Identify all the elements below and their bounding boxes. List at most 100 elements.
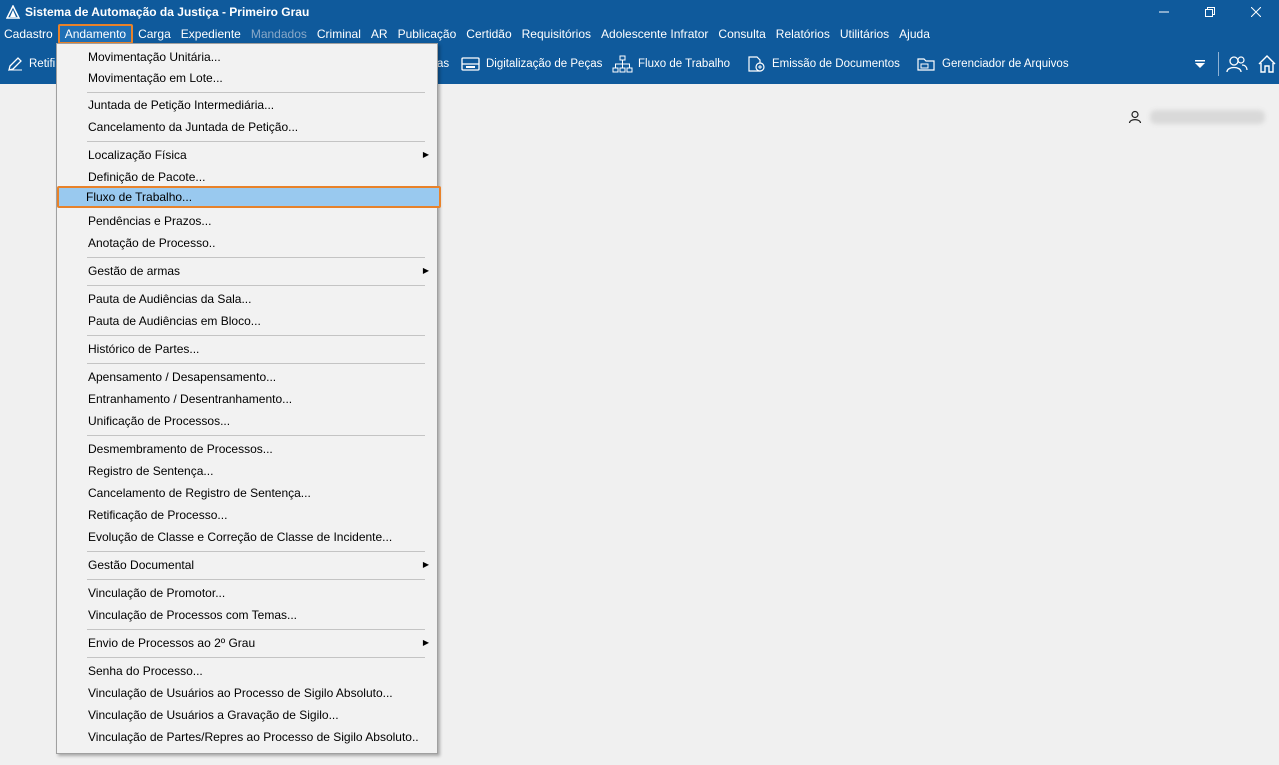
close-icon [1251,7,1261,17]
toolbar-gerenciador-arquivos-button[interactable]: Gerenciador de Arquivos [916,44,1069,84]
menu-item-retificacao-processo[interactable]: Retificação de Processo... [59,504,435,526]
menu-item-juntada-peticao[interactable]: Juntada de Petição Intermediária... [59,94,435,116]
toolbar-digitalizacao-label: Digitalização de Peças [486,58,603,70]
menu-item-vinculacao-temas[interactable]: Vinculação de Processos com Temas... [59,604,435,626]
menu-item-label: Juntada de Petição Intermediária... [88,98,275,112]
home-button[interactable] [1255,44,1279,84]
menu-separator [87,285,425,286]
menu-item-label: Anotação de Processo.. [88,236,216,250]
menu-item-label: Apensamento / Desapensamento... [88,370,277,384]
minimize-button[interactable] [1141,0,1187,24]
menu-item-label: Cancelamento de Registro de Sentença... [88,486,311,500]
menu-carga[interactable]: Carga [133,24,176,44]
menu-separator [87,629,425,630]
menu-ar[interactable]: AR [366,24,393,44]
menu-separator [87,435,425,436]
menu-item-label: Pauta de Audiências em Bloco... [88,314,261,328]
menu-relatorios[interactable]: Relatórios [771,24,835,44]
menu-item-definicao-pacote[interactable]: Definição de Pacote... [59,166,435,188]
menu-item-label: Histórico de Partes... [88,342,200,356]
menu-criminal[interactable]: Criminal [312,24,366,44]
menu-mandados: Mandados [250,27,307,41]
menu-bar: Cadastro Andamento Carga Expediente Mand… [0,24,1279,44]
menu-item-gestao-documental[interactable]: Gestão Documental ▶ [59,554,435,576]
title-bar: Sistema de Automação da Justiça - Primei… [0,0,1279,24]
menu-expediente[interactable]: Expediente [176,24,246,44]
menu-separator [87,141,425,142]
toolbar-hidden-label: as [437,58,450,70]
submenu-arrow-icon: ▶ [422,266,429,275]
menu-item-label: Registro de Sentença... [88,464,214,478]
menu-item-label: Vinculação de Promotor... [88,586,226,600]
menu-consulta[interactable]: Consulta [713,24,770,44]
users-button[interactable] [1225,44,1249,84]
restore-button[interactable] [1187,0,1233,24]
menu-item-pauta-audiencias-bloco[interactable]: Pauta de Audiências em Bloco... [59,310,435,332]
menu-item-label: Cancelamento da Juntada de Petição... [88,120,299,134]
submenu-arrow-icon: ▶ [422,638,429,647]
menu-item-unificacao-processos[interactable]: Unificação de Processos... [59,410,435,432]
menu-separator [87,92,425,93]
menu-item-cancelamento-registro-sentenca[interactable]: Cancelamento de Registro de Sentença... [59,482,435,504]
submenu-arrow-icon: ▶ [422,560,429,569]
toolbar-hidden-item[interactable]: as [437,44,449,84]
menu-item-vinculacao-usuarios-gravacao[interactable]: Vinculação de Usuários a Gravação de Sig… [59,704,435,726]
folder-icon [917,58,935,71]
menu-item-localizacao-fisica[interactable]: Localização Física ▶ [59,144,435,166]
minimize-icon [1159,11,1169,13]
toolbar-emissao-documentos-label: Emissão de Documentos [772,58,900,70]
menu-adolescente-infrator[interactable]: Adolescente Infrator [596,24,713,44]
menu-item-vinculacao-usuarios-sigilo[interactable]: Vinculação de Usuários ao Processo de Si… [59,682,435,704]
menu-publicacao[interactable]: Publicação [393,24,462,44]
toolbar-dropdown-button[interactable] [1188,44,1212,84]
window-title: Sistema de Automação da Justiça - Primei… [25,5,310,19]
restore-icon [1205,7,1215,17]
menu-item-senha-processo[interactable]: Senha do Processo... [59,660,435,682]
menu-item-label: Fluxo de Trabalho... [86,190,193,204]
menu-item-label: Localização Física [88,148,187,162]
menu-item-entranhamento[interactable]: Entranhamento / Desentranhamento... [59,388,435,410]
caret-down-icon [1195,60,1205,68]
menu-item-movimentacao-lote[interactable]: Movimentação em Lote... [59,67,435,89]
menu-separator [87,579,425,580]
menu-item-vinculacao-partes-sigilo[interactable]: Vinculação de Partes/Repres ao Processo … [59,726,435,748]
toolbar-gerenciador-arquivos-label: Gerenciador de Arquivos [942,58,1069,70]
menu-item-historico-partes[interactable]: Histórico de Partes... [59,338,435,360]
toolbar-separator [1218,52,1219,76]
pencil-icon [8,57,22,71]
menu-item-apensamento[interactable]: Apensamento / Desapensamento... [59,366,435,388]
menu-item-desmembramento[interactable]: Desmembramento de Processos... [59,438,435,460]
toolbar-fluxo-trabalho-label: Fluxo de Trabalho [638,58,731,70]
toolbar-emissao-documentos-button[interactable]: Emissão de Documentos [746,44,900,84]
close-button[interactable] [1233,0,1279,24]
menu-item-envio-segundo-grau[interactable]: Envio de Processos ao 2º Grau ▶ [59,632,435,654]
menu-item-pendencias-prazos[interactable]: Pendências e Prazos... [59,210,435,232]
menu-item-cancelamento-juntada[interactable]: Cancelamento da Juntada de Petição... [59,116,435,138]
menu-ajuda[interactable]: Ajuda [894,24,935,44]
menu-item-registro-sentenca[interactable]: Registro de Sentença... [59,460,435,482]
toolbar-digitalizacao-button[interactable]: Digitalização de Peças [460,44,602,84]
toolbar-retificacao-button[interactable]: Retifi [6,44,55,84]
menu-andamento[interactable]: Andamento [57,24,134,44]
menu-item-label: Entranhamento / Desentranhamento... [88,392,293,406]
menu-item-label: Evolução de Classe e Correção de Classe … [88,530,393,544]
menu-item-label: Retificação de Processo... [88,508,228,522]
menu-item-anotacao-processo[interactable]: Anotação de Processo.. [59,232,435,254]
toolbar-fluxo-trabalho-button[interactable]: Fluxo de Trabalho [612,44,730,84]
menu-cadastro[interactable]: Cadastro [0,24,58,44]
menu-item-gestao-armas[interactable]: Gestão de armas ▶ [59,260,435,282]
menu-item-movimentacao-unitaria[interactable]: Movimentação Unitária... [59,46,435,68]
menu-item-label: Vinculação de Usuários ao Processo de Si… [88,686,393,700]
user-name-blurred [1150,110,1265,124]
andamento-dropdown-menu: Movimentação Unitária... Movimentação em… [56,43,441,754]
menu-requisitorios[interactable]: Requisitórios [517,24,596,44]
menu-utilitarios[interactable]: Utilitários [835,24,894,44]
menu-item-evolucao-classe[interactable]: Evolução de Classe e Correção de Classe … [59,526,435,548]
menu-item-vinculacao-promotor[interactable]: Vinculação de Promotor... [59,582,435,604]
menu-item-label: Movimentação Unitária... [88,50,221,64]
menu-item-pauta-audiencias-sala[interactable]: Pauta de Audiências da Sala... [59,288,435,310]
menu-certidao[interactable]: Certidão [461,24,516,44]
document-icon [748,56,765,72]
menu-item-fluxo-trabalho[interactable]: Fluxo de Trabalho... [57,186,441,208]
submenu-arrow-icon: ▶ [422,150,429,159]
